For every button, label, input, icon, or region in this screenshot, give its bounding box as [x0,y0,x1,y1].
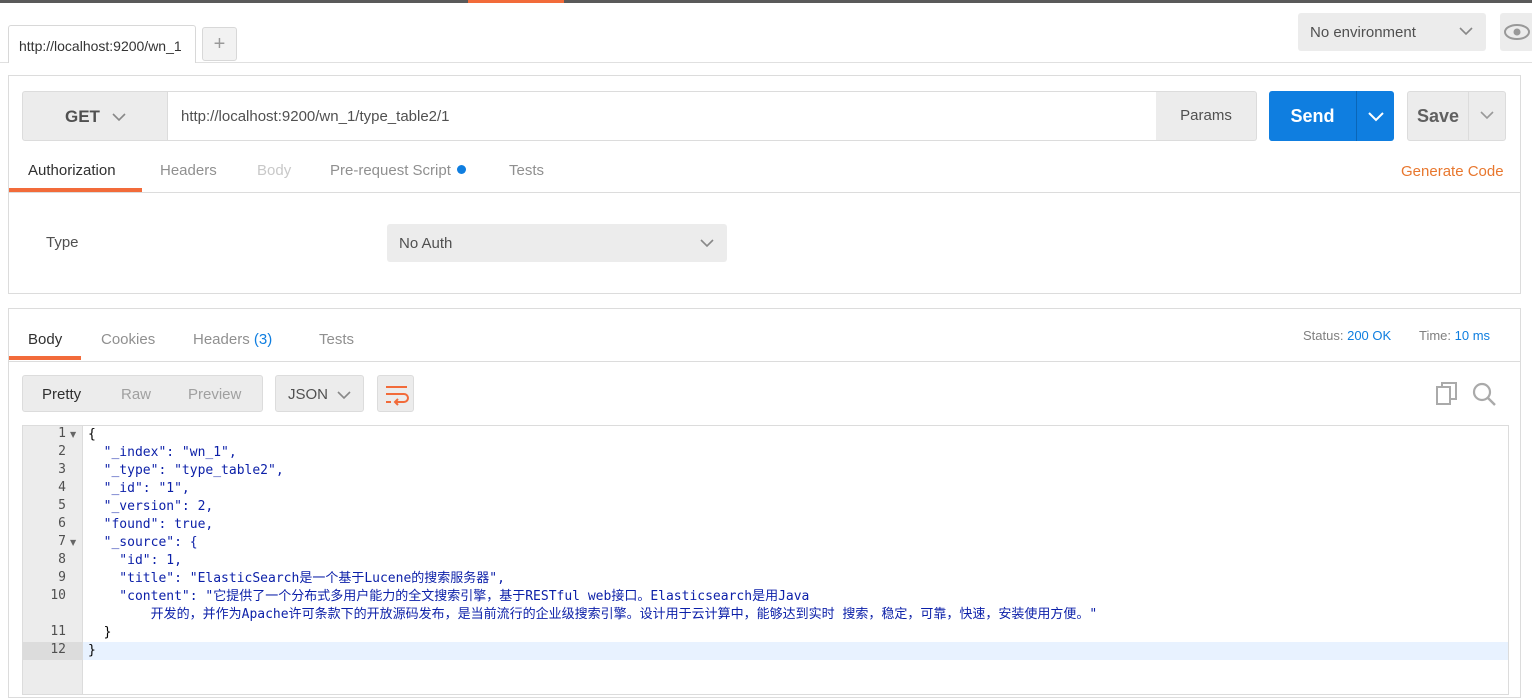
status-value: 200 OK [1347,328,1392,343]
line-number: 3 [58,462,66,477]
tab-body[interactable]: Body [257,162,291,179]
line-number: 6 [58,516,66,531]
code-line: 开发的，并作为Apache许可条款下的开放源码发布，是当前流行的企业级搜索引擎。… [88,607,1098,622]
tab-pre-request-script[interactable]: Pre-request Script [330,162,466,179]
line-number: 10 [50,588,66,603]
line-number: 1 [58,426,66,441]
params-button[interactable]: Params [1156,91,1257,141]
status-label: Status: [1303,328,1344,343]
code-line: "content": "它提供了一个分布式多用户能力的全文搜索引擎，基于REST… [88,589,810,604]
auth-type-select[interactable]: No Auth [387,224,727,262]
response-status: Status: 200 OK [1303,328,1391,343]
send-options-button[interactable] [1356,91,1394,141]
chevron-down-icon [1480,111,1494,120]
new-tab-button[interactable]: + [202,27,237,61]
active-line-highlight [83,642,1508,660]
tab-headers[interactable]: Headers [160,162,217,179]
format-select[interactable]: JSON [275,375,364,412]
line-number: 2 [58,444,66,459]
response-tab-tests[interactable]: Tests [319,331,354,348]
format-value: JSON [288,386,329,403]
chevron-down-icon [337,391,351,400]
line-number: 7 [58,534,66,549]
line-number: 8 [58,552,66,567]
chevron-down-icon [1368,112,1384,122]
send-button[interactable]: Send [1269,91,1356,141]
request-tab[interactable]: http://localhost:9200/wn_1 [8,25,196,63]
wrap-lines-icon [386,386,409,406]
save-options-button[interactable] [1468,91,1506,141]
view-preview-button[interactable]: Preview [188,386,241,403]
line-number: 5 [58,498,66,513]
code-line: "id": 1, [88,553,182,568]
wrap-lines-button[interactable] [377,375,414,412]
auth-type-label: Type [46,234,79,251]
search-icon[interactable] [1471,381,1497,407]
fold-arrow-icon[interactable]: ▼ [70,538,78,547]
code-line: "_type": "type_table2", [88,463,284,478]
code-line: "found": true, [88,517,214,532]
copy-icon[interactable] [1435,381,1459,407]
environment-select[interactable]: No environment [1298,13,1486,51]
response-tab-cookies[interactable]: Cookies [101,331,155,348]
line-number: 12 [50,642,66,657]
method-label: GET [65,107,100,126]
line-number: 4 [58,480,66,495]
time-value: 10 ms [1454,328,1491,343]
fold-arrow-icon[interactable]: ▼ [70,430,78,439]
environment-quick-look-button[interactable] [1500,13,1532,51]
response-tab-body[interactable]: Body [28,331,62,348]
auth-type-value: No Auth [399,235,453,252]
line-number: 11 [50,624,66,639]
response-time: Time: 10 ms [1419,328,1490,343]
code-line: "_version": 2, [88,499,214,514]
code-line: } [88,643,96,658]
tab-tests[interactable]: Tests [509,162,544,179]
method-select[interactable]: GET [22,91,168,141]
request-tabs-divider [9,192,1520,193]
generate-code-link[interactable]: Generate Code [1401,163,1504,180]
view-pretty-button[interactable]: Pretty [42,386,81,403]
chevron-down-icon [1459,27,1473,36]
url-input[interactable]: http://localhost:9200/wn_1/type_table2/1 [167,91,1157,141]
active-tab-indicator [9,188,142,192]
save-button[interactable]: Save [1407,91,1469,141]
active-response-tab-indicator [9,356,81,360]
code-line: "title": "ElasticSearch是一个基于Lucene的搜索服务器… [88,571,505,586]
eye-icon [1504,24,1530,40]
chevron-down-icon [700,239,714,248]
code-line: "_id": "1", [88,481,190,496]
time-label: Time: [1419,328,1452,343]
code-line: "_source": { [88,535,198,550]
tab-authorization[interactable]: Authorization [28,162,116,179]
line-number: 9 [58,570,66,585]
code-line: "_index": "wn_1", [88,445,237,460]
indicator-dot-icon [456,165,466,174]
chevron-down-icon [112,113,126,122]
code-line: } [88,625,112,640]
code-line: { [88,427,96,442]
headers-count-badge: (3) [253,331,273,348]
environment-label: No environment [1310,24,1416,41]
response-tab-headers[interactable]: Headers (3) [193,331,272,348]
response-tabs-divider [9,361,1520,362]
tab-pre-request-script-label: Pre-request Script [330,162,451,179]
response-tab-headers-label: Headers [193,331,250,348]
view-raw-button[interactable]: Raw [121,386,151,403]
